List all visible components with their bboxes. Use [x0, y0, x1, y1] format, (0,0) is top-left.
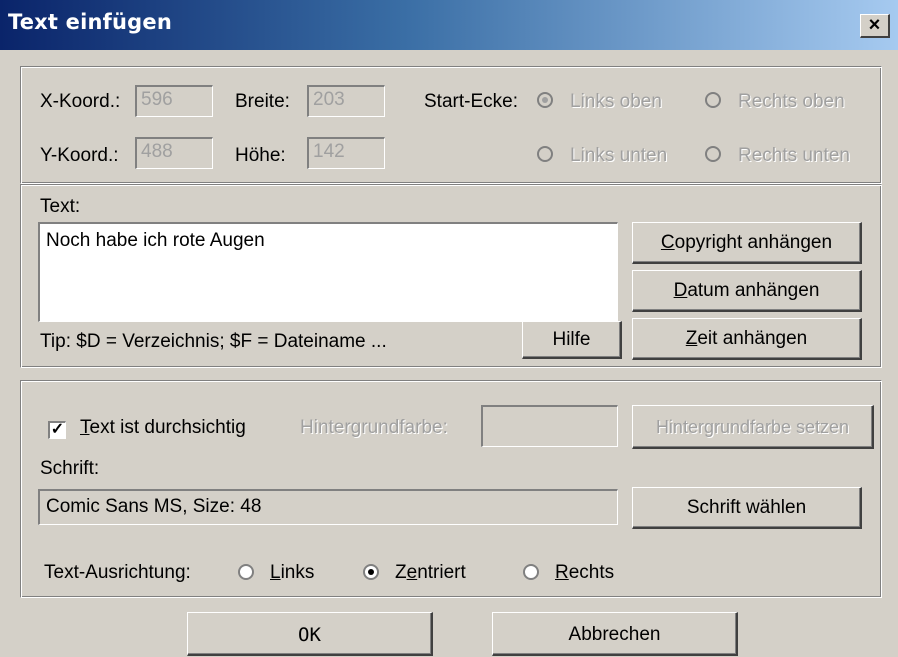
date-access-key: D	[673, 280, 688, 301]
height-field[interactable]: 142	[307, 137, 385, 169]
font-display: Comic Sans MS, Size: 48	[38, 489, 618, 525]
radio-align-center[interactable]	[363, 564, 379, 580]
align-label: Text-Ausrichtung:	[44, 562, 191, 583]
radio-dot	[542, 97, 548, 103]
radio-rechts-oben[interactable]	[705, 92, 721, 108]
align-left-label: Links	[270, 562, 314, 584]
radio-links-oben[interactable]	[537, 92, 553, 108]
height-label: Höhe:	[235, 145, 286, 166]
start-corner-label: Start-Ecke:	[424, 91, 518, 112]
time-access-key: Z	[685, 328, 698, 349]
close-icon: ×	[868, 14, 881, 36]
copyright-button-label: opyright anhängen	[674, 232, 833, 253]
copyright-access-key: C	[660, 232, 675, 253]
corner-links-oben-label: Links oben	[570, 91, 662, 112]
time-button-label: eit anhängen	[697, 328, 808, 349]
help-button[interactable]: Hilfe	[522, 321, 622, 359]
align-right-text: echts	[568, 562, 615, 583]
tip-text: Tip: $D = Verzeichnis; $F = Dateiname ..…	[40, 331, 387, 352]
bg-color-field	[481, 405, 618, 447]
y-coord-label: Y-Koord.:	[40, 145, 119, 166]
x-coord-field[interactable]: 596	[135, 85, 213, 117]
transparent-label-text: ext ist durchsichtig	[89, 417, 246, 438]
choose-font-button[interactable]: Schrift wählen	[632, 487, 862, 529]
radio-align-left[interactable]	[238, 564, 254, 580]
align-right-access-key: R	[555, 562, 569, 583]
align-center-label: Zentriert	[395, 562, 466, 584]
width-label: Breite:	[235, 91, 290, 112]
x-coord-label: X-Koord.:	[40, 91, 121, 112]
y-coord-field[interactable]: 488	[135, 137, 213, 169]
text-input[interactable]: Noch habe ich rote Augen	[38, 222, 618, 322]
align-center-text-a: Z	[395, 562, 407, 583]
date-button-label: atum anhängen	[687, 280, 820, 301]
ok-button[interactable]: OK	[187, 612, 433, 656]
align-center-text-b: ntriert	[417, 562, 466, 583]
radio-align-right[interactable]	[523, 564, 539, 580]
radio-dot	[368, 569, 374, 575]
cancel-button[interactable]: Abbrechen	[492, 612, 738, 656]
bg-color-label: Hintergrundfarbe:	[300, 417, 448, 438]
align-left-text: inks	[280, 562, 315, 583]
font-label: Schrift:	[40, 458, 100, 479]
close-button[interactable]: ×	[860, 14, 890, 38]
copyright-button[interactable]: Copyright anhängen	[632, 222, 862, 264]
radio-links-unten[interactable]	[537, 146, 553, 162]
align-left-access-key: L	[270, 562, 281, 583]
window-title: Text einfügen	[8, 10, 172, 34]
transparent-label: Text ist durchsichtig	[80, 417, 246, 439]
date-button[interactable]: Datum anhängen	[632, 270, 862, 312]
corner-links-unten-label: Links unten	[570, 145, 668, 166]
transparent-access-key: T	[80, 417, 90, 438]
bg-color-button[interactable]: Hintergrundfarbe setzen	[632, 405, 874, 449]
align-center-access-key: e	[406, 562, 418, 583]
radio-rechts-unten[interactable]	[705, 146, 721, 162]
transparent-checkbox[interactable]: ✓	[48, 421, 66, 439]
text-label: Text:	[40, 196, 81, 217]
corner-rechts-oben-label: Rechts oben	[738, 91, 845, 112]
time-button[interactable]: Zeit anhängen	[632, 318, 862, 360]
corner-rechts-unten-label: Rechts unten	[738, 145, 850, 166]
align-right-label: Rechts	[555, 562, 614, 584]
width-field[interactable]: 203	[307, 85, 385, 117]
